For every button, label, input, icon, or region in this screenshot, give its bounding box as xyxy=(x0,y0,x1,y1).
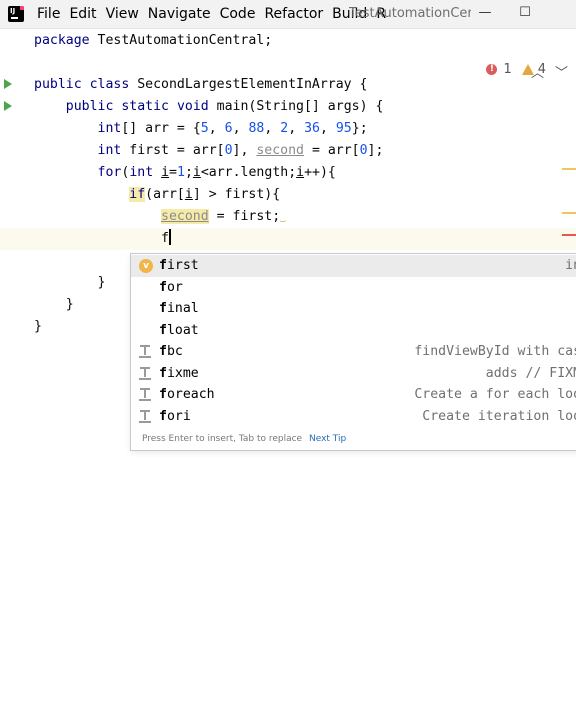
live-template-icon xyxy=(139,345,153,359)
code-line-close-main: } xyxy=(65,297,74,312)
run-main-icon[interactable] xyxy=(4,101,12,111)
completion-type-hint: int xyxy=(565,258,576,273)
text-caret xyxy=(169,229,171,245)
completion-item-for[interactable]: for xyxy=(131,277,576,299)
code-line-close-class: } xyxy=(34,319,42,334)
completion-description: Create a for each loop xyxy=(414,387,576,402)
error-count: 1 xyxy=(503,62,512,77)
code-line-if: if(arr[i] > first){ xyxy=(129,187,281,202)
maximize-button[interactable]: ☐ xyxy=(514,3,536,23)
run-class-icon[interactable] xyxy=(4,79,12,89)
menu-view[interactable]: View xyxy=(106,6,139,22)
variable-icon: v xyxy=(139,259,153,273)
code-line-array-init: int[] arr = {5, 6, 88, 2, 36, 95}; xyxy=(97,121,368,136)
completion-item-fori[interactable]: fori Create iteration loop xyxy=(131,406,576,428)
menu-navigate[interactable]: Navigate xyxy=(148,6,211,22)
menu-edit[interactable]: Edit xyxy=(69,6,96,22)
live-template-icon xyxy=(139,409,153,424)
completion-item-final[interactable]: final xyxy=(131,298,576,320)
code-line-package: package TestAutomationCentral; xyxy=(34,33,273,48)
project-title: TestAutomationCentral xyxy=(349,6,471,21)
completion-item-float[interactable]: float xyxy=(131,320,576,342)
completion-item-foreach[interactable]: foreach Create a for each loop xyxy=(131,384,576,406)
completion-item-fixme[interactable]: fixme adds // FIXME xyxy=(131,363,576,385)
completion-footer-text: Press Enter to insert, Tab to replace xyxy=(142,434,303,444)
menu-file[interactable]: File xyxy=(37,6,60,22)
error-stripe-mark[interactable] xyxy=(562,234,576,236)
code-line-assign-second: second = first;‿ xyxy=(161,209,286,224)
next-highlight-icon[interactable]: ﹀ xyxy=(555,62,568,81)
completion-description: Create iteration loop xyxy=(422,408,576,424)
next-tip-link[interactable]: Next Tip xyxy=(309,434,346,444)
live-template-icon xyxy=(139,388,153,402)
code-line-current[interactable]: f xyxy=(0,228,576,250)
completion-footer: Press Enter to insert, Tab to replace Ne… xyxy=(142,434,346,444)
main-menu: File Edit View Navigate Code Refactor Bu… xyxy=(37,6,395,22)
completion-description: adds // FIXME xyxy=(485,365,576,381)
minimize-button[interactable]: — xyxy=(474,3,496,23)
menu-refactor[interactable]: Refactor xyxy=(264,6,323,22)
completion-description: findViewById with cast xyxy=(414,344,576,359)
title-bar: IJ File Edit View Navigate Code Refactor… xyxy=(0,0,576,29)
code-line-first-second-decl: int first = arr[0], second = arr[0]; xyxy=(97,143,384,158)
intellij-logo-icon: IJ xyxy=(8,6,24,22)
error-icon: ! xyxy=(486,64,498,75)
live-template-icon xyxy=(139,366,153,381)
warning-stripe-mark[interactable] xyxy=(562,212,576,214)
completion-item-fbc[interactable]: fbc findViewById with cast xyxy=(131,341,576,363)
warning-stripe-mark[interactable] xyxy=(562,168,576,170)
code-line-class-declaration: public class SecondLargestElementInArray… xyxy=(34,77,368,92)
code-line-main-method: public static void main(String[] args) { xyxy=(65,99,384,114)
code-line-for-loop: for(int i=1;i<arr.length;i++){ xyxy=(97,165,336,180)
code-line-close-for: } xyxy=(97,275,106,290)
completion-item-first[interactable]: v first int xyxy=(131,255,576,277)
menu-code[interactable]: Code xyxy=(220,6,256,22)
previous-highlight-icon[interactable]: ︿ xyxy=(531,62,544,81)
code-completion-popup[interactable]: v first int for final float fbc findView… xyxy=(130,253,576,451)
